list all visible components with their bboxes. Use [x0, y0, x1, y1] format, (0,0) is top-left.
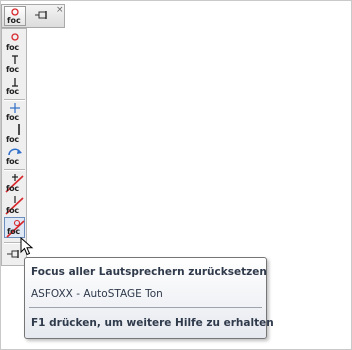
focus-reset-button[interactable]: foc [4, 32, 25, 53]
foc-label: foc [6, 43, 19, 52]
svg-text:foc: foc [7, 16, 21, 25]
focus-bottom-button[interactable]: foc [4, 76, 25, 97]
focus-tool-icon: foc [7, 8, 21, 25]
foc-label: foc [6, 87, 19, 96]
mouse-cursor-icon [20, 237, 34, 256]
focus-vertical-button[interactable]: foc [4, 124, 25, 145]
tooltip-divider [29, 307, 262, 308]
focus-toolbar: foc foc foc foc foc foc foc foc foc [1, 28, 27, 266]
foc-label: foc [6, 184, 19, 193]
tooltip-title: Focus aller Lautsprechern zurücksetzen [31, 266, 267, 278]
focus-off-button[interactable]: foc [4, 173, 25, 194]
pin-icon [35, 11, 47, 19]
tooltip-help-hint: F1 drücken, um weitere Hilfe zu erhalten [31, 317, 274, 329]
tool-tab-strip: foc × [1, 4, 65, 28]
foc-label: foc [6, 113, 19, 122]
focus-reset-all-button[interactable]: foc [4, 217, 25, 238]
foc-label: foc [6, 206, 19, 215]
foc-label: foc [7, 227, 20, 236]
focus-center-button[interactable]: foc [4, 102, 25, 123]
foc-label: foc [6, 135, 19, 144]
toolbar-separator [4, 99, 25, 101]
focus-rotate-button[interactable]: foc [4, 146, 25, 167]
toolbar-separator [4, 169, 25, 171]
close-icon[interactable]: × [56, 5, 64, 15]
focus-off-down-button[interactable]: foc [4, 195, 25, 216]
focus-top-button[interactable]: foc [4, 54, 25, 75]
tooltip-description: ASFOXX - AutoSTAGE Ton [31, 288, 163, 300]
foc-label: foc [6, 65, 19, 74]
tool-tab-focus[interactable]: foc [4, 6, 26, 26]
tooltip: Focus aller Lautsprechern zurücksetzen A… [24, 257, 274, 339]
foc-label: foc [6, 157, 19, 166]
tool-tab-pin[interactable] [32, 6, 54, 26]
